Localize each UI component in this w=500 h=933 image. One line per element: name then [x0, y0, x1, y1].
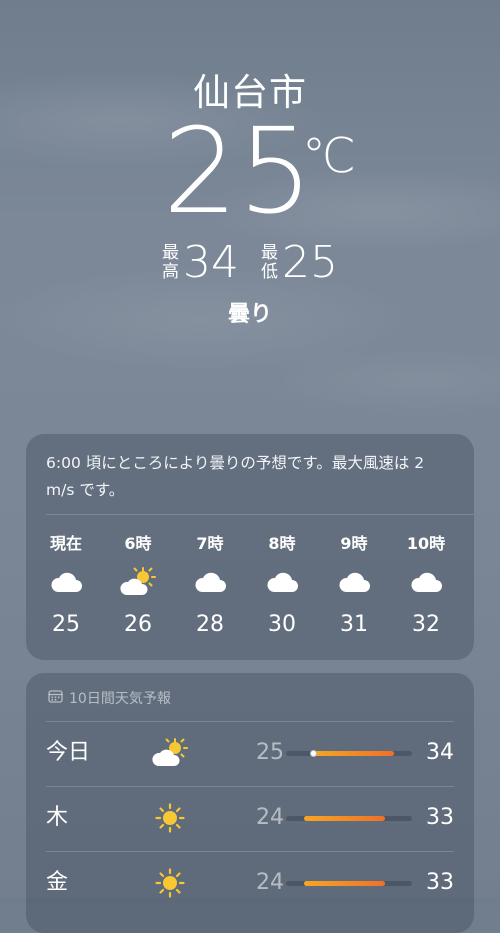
hour-item: 現在 25	[30, 530, 102, 637]
day-row[interactable]: 木 24 33	[26, 788, 474, 848]
hour-temperature: 31	[340, 612, 368, 637]
hourly-list[interactable]: 現在 25 6時 26 7時 28 8時 30 9時 31 10時 32	[30, 530, 470, 637]
daily-forecast-header: 10日間天気予報	[48, 688, 171, 708]
hour-temperature: 30	[268, 612, 296, 637]
sun-icon	[150, 865, 190, 901]
current-temperature-dot	[309, 750, 317, 757]
divider	[46, 851, 454, 852]
partly-sunny-icon	[102, 564, 174, 600]
divider	[46, 721, 454, 722]
day-label: 金	[46, 870, 69, 895]
day-label: 木	[46, 805, 69, 830]
divider	[46, 514, 474, 515]
hour-item: 8時 30	[246, 530, 318, 637]
cloud-icon	[318, 564, 390, 600]
low-temperature: 25	[256, 740, 284, 765]
daily-forecast-card[interactable]: 10日間天気予報 今日 25 34 木 24 33 金 24 33	[26, 673, 474, 933]
hour-temperature: 28	[196, 612, 224, 637]
high-temperature: 34	[426, 740, 454, 765]
low-temperature: 24	[256, 870, 284, 895]
hour-temperature: 32	[412, 612, 440, 637]
current-temperature: 25	[162, 102, 314, 240]
high-temperature: 33	[426, 870, 454, 895]
high-temperature: 33	[426, 805, 454, 830]
day-row[interactable]: 今日 25 34	[26, 723, 474, 783]
hour-item: 6時 26	[102, 530, 174, 637]
cloud-icon	[246, 564, 318, 600]
temperature-range-fill	[304, 881, 385, 886]
hour-label: 10時	[406, 534, 446, 553]
sun-icon	[150, 800, 190, 836]
day-label: 今日	[46, 740, 91, 765]
hour-item: 7時 28	[174, 530, 246, 637]
current-temperature-block: 25	[0, 112, 500, 230]
cloud-icon	[174, 564, 246, 600]
day-row[interactable]: 金 24 33	[26, 853, 474, 913]
cloud-icon	[30, 564, 102, 600]
temperature-unit: ℃	[302, 128, 356, 184]
low-temperature: 25	[282, 237, 338, 288]
hour-temperature: 26	[124, 612, 152, 637]
hour-label: 9時	[340, 534, 368, 553]
low-temperature: 24	[256, 805, 284, 830]
temperature-range-bar	[286, 750, 412, 757]
hour-label: 6時	[124, 534, 152, 553]
hour-temperature: 25	[52, 612, 80, 637]
hour-label: 現在	[49, 534, 82, 553]
high-temperature: 34	[183, 237, 239, 288]
temperature-range-fill	[304, 816, 385, 821]
calendar-icon	[48, 689, 63, 707]
low-label: 最 低	[261, 243, 278, 282]
hour-label: 7時	[196, 534, 224, 553]
hour-item: 9時 31	[318, 530, 390, 637]
hour-item: 10時 32	[390, 530, 462, 637]
cloud-icon	[390, 564, 462, 600]
hour-label: 8時	[268, 534, 296, 553]
temperature-range-bar	[286, 816, 412, 821]
hourly-summary: 6:00 頃にところにより曇りの予想です。最大風速は 2 m/s です。	[46, 454, 425, 499]
partly-sunny-icon	[150, 735, 190, 771]
temperature-range-bar	[286, 881, 412, 886]
weather-condition: 曇り	[227, 302, 272, 327]
high-label: 最 高	[162, 243, 179, 282]
high-low-temperatures: 最 高 34 最 低 25	[0, 238, 500, 288]
divider	[46, 786, 454, 787]
daily-forecast-title: 10日間天気予報	[69, 691, 171, 707]
temperature-range-fill	[313, 751, 394, 756]
hourly-forecast-card[interactable]: 6:00 頃にところにより曇りの予想です。最大風速は 2 m/s です。 現在 …	[26, 434, 474, 660]
